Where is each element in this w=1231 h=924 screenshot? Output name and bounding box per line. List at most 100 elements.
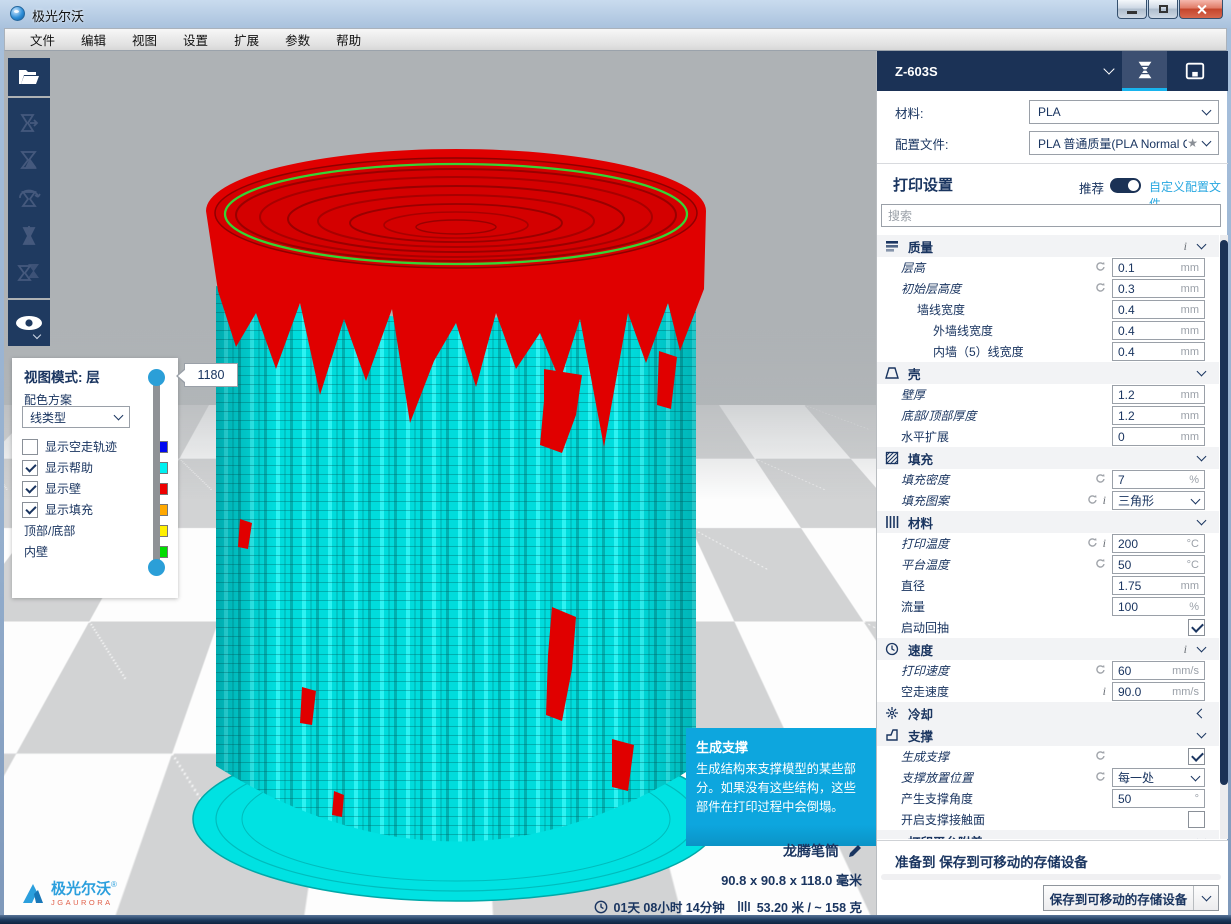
info-icon[interactable]: i xyxy=(1184,642,1187,657)
reset-icon[interactable] xyxy=(1095,556,1106,574)
layer-slider-handle-top[interactable] xyxy=(148,369,165,386)
section-label: 支撑 xyxy=(908,726,1198,745)
settings-scrollbar[interactable] xyxy=(1220,235,1228,839)
legend-label: 显示空走轨迹 xyxy=(45,438,156,455)
view-mode-button[interactable] xyxy=(8,300,50,346)
setting-input[interactable]: 1.2mm xyxy=(1112,406,1205,425)
per-model-settings-icon[interactable] xyxy=(15,260,43,286)
edit-pencil-icon[interactable] xyxy=(847,844,862,859)
menu-item[interactable]: 参数 xyxy=(272,27,323,52)
printer-name[interactable]: Z-603S xyxy=(895,64,938,79)
reset-icon[interactable] xyxy=(1095,280,1106,298)
setting-value: 三角形 xyxy=(1118,492,1192,509)
save-options-chevron[interactable] xyxy=(1194,896,1218,900)
menu-item[interactable]: 视图 xyxy=(119,27,170,52)
reset-icon[interactable] xyxy=(1087,492,1098,510)
reset-icon[interactable] xyxy=(1095,662,1106,680)
scrollbar-thumb[interactable] xyxy=(1220,240,1228,785)
section-header[interactable]: 冷却 xyxy=(877,702,1219,724)
legend-checkbox[interactable] xyxy=(22,481,38,497)
setting-input[interactable]: 90.0mm/s xyxy=(1112,682,1205,701)
chevron-down-icon[interactable] xyxy=(1197,240,1207,250)
setting-value: 7 xyxy=(1118,473,1189,487)
setting-input[interactable]: 50°C xyxy=(1112,555,1205,574)
section-header[interactable]: 壳 xyxy=(877,362,1219,384)
section-header[interactable]: 速度i xyxy=(877,638,1219,660)
legend-checkbox[interactable] xyxy=(22,460,38,476)
viewport-3d[interactable]: 视图模式: 层 配色方案 线类型 显示空走轨迹显示帮助显示壁显示填充顶部/底部内… xyxy=(4,51,876,915)
section-header[interactable]: 质量i xyxy=(877,235,1219,257)
chevron-down-icon[interactable] xyxy=(1197,516,1207,526)
setting-input[interactable]: 60mm/s xyxy=(1112,661,1205,680)
tab-monitor[interactable] xyxy=(1172,51,1217,91)
setting-input[interactable]: 200°C xyxy=(1112,534,1205,553)
setting-select[interactable]: 三角形 xyxy=(1112,491,1205,510)
legend-checkbox[interactable] xyxy=(22,439,38,455)
mirror-tool-icon[interactable] xyxy=(16,223,42,249)
setting-input[interactable]: 0.4mm xyxy=(1112,300,1205,319)
chevron-down-icon[interactable] xyxy=(1197,367,1207,377)
move-tool-icon[interactable] xyxy=(16,110,42,136)
reset-icon[interactable] xyxy=(1095,259,1106,277)
setting-input[interactable]: 50° xyxy=(1112,789,1205,808)
reset-icon[interactable] xyxy=(1095,471,1106,489)
maximize-button[interactable] xyxy=(1148,0,1178,19)
legend-checkbox[interactable] xyxy=(22,502,38,518)
info-icon[interactable]: i xyxy=(1103,684,1106,699)
setting-input[interactable]: 1.2mm xyxy=(1112,385,1205,404)
setting-input[interactable]: 7% xyxy=(1112,470,1205,489)
setting-checkbox[interactable] xyxy=(1188,619,1205,636)
recommended-toggle[interactable] xyxy=(1110,178,1141,193)
setting-input[interactable]: 0.1mm xyxy=(1112,258,1205,277)
info-icon[interactable]: i xyxy=(1103,493,1106,508)
tooltip-body: 生成结构来支撑模型的某些部分。如果没有这些结构，这些部件在打印过程中会倒塌。 xyxy=(696,760,866,817)
reset-icon[interactable] xyxy=(1095,748,1106,766)
menu-item[interactable]: 文件 xyxy=(17,27,68,52)
section-header[interactable]: 打印平台附着 xyxy=(877,830,1219,839)
setting-input[interactable]: 1.75mm xyxy=(1112,576,1205,595)
star-icon[interactable]: ★ xyxy=(1187,136,1198,150)
chevron-left-icon[interactable] xyxy=(1197,708,1207,718)
chevron-down-icon[interactable] xyxy=(1197,835,1207,839)
legend-label: 显示帮助 xyxy=(45,459,156,476)
open-file-button[interactable] xyxy=(8,58,50,96)
setting-input[interactable]: 100% xyxy=(1112,597,1205,616)
profile-select[interactable]: PLA 普通质量(PLA Normal Qua ★ xyxy=(1029,131,1219,155)
chevron-down-icon[interactable] xyxy=(1197,643,1207,653)
reset-icon[interactable] xyxy=(1095,769,1106,787)
section-header[interactable]: 支撑 xyxy=(877,724,1219,746)
minimize-button[interactable] xyxy=(1117,0,1147,19)
search-input[interactable] xyxy=(881,204,1221,227)
menu-item[interactable]: 设置 xyxy=(170,27,221,52)
save-to-removable-button[interactable]: 保存到可移动的存储设备 xyxy=(1043,885,1219,911)
scale-tool-icon[interactable] xyxy=(16,147,42,173)
section-header[interactable]: 填充 xyxy=(877,447,1219,469)
material-select[interactable]: PLA xyxy=(1029,100,1219,124)
setting-checkbox[interactable] xyxy=(1188,811,1205,828)
menu-item[interactable]: 扩展 xyxy=(221,27,272,52)
app-window: 极光尔沃 文件编辑视图设置扩展参数帮助 xyxy=(0,0,1231,924)
layer-slider-handle-bottom[interactable] xyxy=(148,559,165,576)
section-header[interactable]: 材料 xyxy=(877,511,1219,533)
setting-value: 1.2 xyxy=(1118,388,1181,402)
info-icon[interactable]: i xyxy=(1184,239,1187,254)
menu-item[interactable]: 帮助 xyxy=(323,27,374,52)
reset-icon[interactable] xyxy=(1087,535,1098,553)
rotate-tool-icon[interactable] xyxy=(16,185,42,211)
setting-input[interactable]: 0.3mm xyxy=(1112,279,1205,298)
chevron-down-icon[interactable] xyxy=(1197,452,1207,462)
color-scheme-select[interactable]: 线类型 xyxy=(22,406,130,428)
setting-input[interactable]: 0.4mm xyxy=(1112,321,1205,340)
menu-item[interactable]: 编辑 xyxy=(68,27,119,52)
close-button[interactable] xyxy=(1179,0,1223,19)
close-icon xyxy=(1196,4,1207,15)
setting-input[interactable]: 0mm xyxy=(1112,427,1205,446)
tab-prepare[interactable] xyxy=(1122,51,1167,91)
setting-checkbox[interactable] xyxy=(1188,748,1205,765)
layer-slider-track[interactable] xyxy=(153,371,160,575)
setting-select[interactable]: 每一处 xyxy=(1112,768,1205,787)
setting-input[interactable]: 0.4mm xyxy=(1112,342,1205,361)
info-icon[interactable]: i xyxy=(1103,536,1106,551)
chevron-down-icon[interactable] xyxy=(1197,729,1207,739)
printer-chevron-icon[interactable] xyxy=(1103,63,1114,74)
